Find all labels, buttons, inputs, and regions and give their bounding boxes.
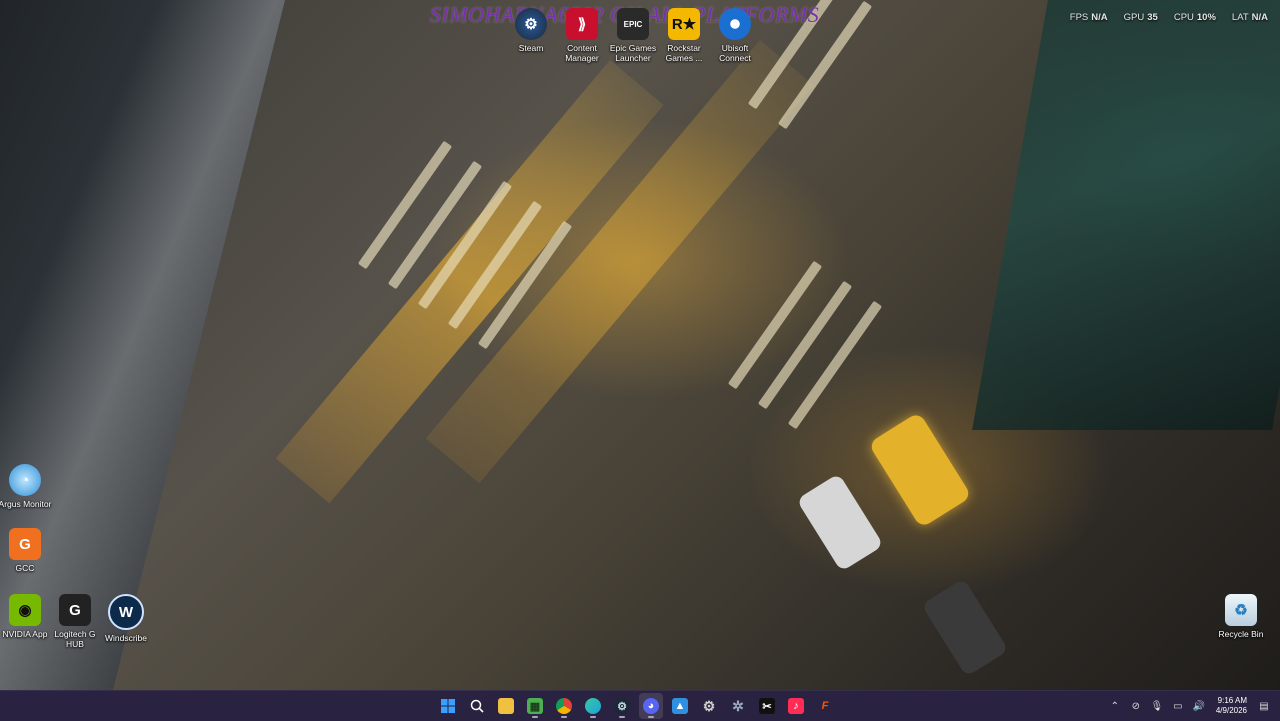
desktop-icon-content-manager[interactable]: ⟫ Content Manager [555, 8, 609, 63]
desktop-icon-gcc[interactable]: G GCC [0, 528, 52, 573]
desktop-icon-label: Content Manager [565, 43, 599, 63]
desktop-icon-steam[interactable]: ⚙ Steam [504, 8, 558, 53]
minecraft-icon: ▦ [527, 698, 543, 714]
faceit-icon: F [821, 700, 829, 712]
taskbar-tiktok[interactable]: ♪ [784, 693, 808, 719]
wallpaper-crosswalk-stripe [727, 260, 823, 390]
folder-icon [498, 698, 514, 714]
steam-icon: ⚙ [515, 8, 547, 40]
performance-overlay: FPS N/A GPU 35 CPU 10% LAT N/A [1070, 12, 1268, 23]
volume-icon[interactable]: 🔊 [1191, 698, 1207, 714]
start-button[interactable] [436, 693, 460, 719]
taskbar-discord[interactable]: ◕ [639, 693, 663, 719]
wallpaper-car [921, 578, 1009, 677]
taskbar-settings[interactable]: ⚙ [697, 693, 721, 719]
desktop-icon-label: Recycle Bin [1218, 629, 1264, 639]
running-indicator [532, 716, 538, 718]
wallpaper-building-left [0, 0, 290, 690]
clock-time: 9:16 AM [1217, 696, 1247, 705]
running-indicator [561, 716, 567, 718]
desktop-wallpaper: SIMOHARNA6802 ON ALL PLATFORMS [0, 0, 1280, 690]
stat-fps: FPS N/A [1069, 12, 1108, 23]
gcc-icon: G [9, 528, 41, 560]
desktop-icon-label: GCC [15, 563, 35, 573]
stat-cpu: CPU 10% [1173, 12, 1216, 23]
recycle-bin-icon: ♻ [1225, 594, 1257, 626]
tiktok-icon: ♪ [788, 698, 804, 714]
desktop-icon-label: Steam [518, 43, 544, 53]
display-icon[interactable]: ▭ [1170, 698, 1186, 714]
desktop-icon-epic-games[interactable]: EPIC Epic Games Launcher [606, 8, 660, 63]
steam-icon: ⚙ [614, 698, 630, 714]
desktop-icon-argus-monitor[interactable]: ◔ Argus Monitor [0, 464, 52, 509]
desktop-icon-windscribe[interactable]: W Windscribe [99, 594, 153, 643]
taskbar-faceit[interactable]: F [813, 693, 837, 719]
taskbar-settings-alt[interactable]: ✲ [726, 693, 750, 719]
taskbar: ▦ ⚙ ◕ ▲ ⚙ ✲ ✂ ♪ F ⌃ ⊘ 🎙 ▭ 🔊 9:16 AM 4/9/… [0, 690, 1280, 721]
desktop-icon-label: Ubisoft Connect [719, 43, 751, 63]
photos-icon: ▲ [672, 698, 688, 714]
taskbar-apps: ▦ ⚙ ◕ ▲ ⚙ ✲ ✂ ♪ F [436, 691, 837, 721]
wallpaper-building-right [972, 0, 1280, 430]
running-indicator [590, 716, 596, 718]
taskbar-file-explorer[interactable] [494, 693, 518, 719]
system-tray: ⌃ ⊘ 🎙 ▭ 🔊 9:16 AM 4/9/2026 ▤ [1107, 691, 1280, 721]
content-manager-icon: ⟫ [566, 8, 598, 40]
desktop-icon-label: Logitech G HUB [54, 629, 96, 649]
notification-icon[interactable]: ▤ [1256, 698, 1272, 714]
ubisoft-icon [719, 8, 751, 40]
taskbar-chrome[interactable] [552, 693, 576, 719]
wallpaper-crosswalk-stripe [357, 140, 453, 270]
epic-games-icon: EPIC [617, 8, 649, 40]
search-icon [469, 698, 485, 714]
capcut-icon: ✂ [759, 698, 775, 714]
taskbar-capcut[interactable]: ✂ [755, 693, 779, 719]
wallpaper-taxi [868, 411, 972, 529]
network-disabled-icon[interactable]: ⊘ [1128, 698, 1144, 714]
windscribe-icon: W [108, 594, 144, 630]
gear-icon: ⚙ [702, 697, 716, 714]
stat-lat: LAT N/A [1231, 12, 1268, 23]
stat-gpu: GPU 35 [1123, 12, 1158, 23]
desktop-icon-label: Rockstar Games ... [665, 43, 703, 63]
clock-date: 4/9/2026 [1215, 706, 1247, 715]
wallpaper-crosswalk-stripe [757, 280, 853, 410]
desktop-icon-label: Argus Monitor [0, 499, 52, 509]
desktop-icon-recycle-bin[interactable]: ♻ Recycle Bin [1214, 594, 1268, 639]
edge-icon [585, 698, 601, 714]
desktop-icon-nvidia[interactable]: ◉ NVIDIA App [0, 594, 52, 639]
rockstar-icon: R★ [668, 8, 700, 40]
cog-icon: ✲ [732, 697, 744, 714]
desktop-icon-label: Windscribe [104, 633, 148, 643]
running-indicator [648, 716, 654, 718]
chevron-up-icon[interactable]: ⌃ [1107, 698, 1123, 714]
taskbar-search-button[interactable] [465, 693, 489, 719]
windows-icon [440, 698, 456, 714]
desktop-icon-rockstar[interactable]: R★ Rockstar Games ... [657, 8, 711, 63]
desktop-icon-logitech-g-hub[interactable]: G Logitech G HUB [48, 594, 102, 649]
taskbar-steam[interactable]: ⚙ [610, 693, 634, 719]
discord-icon: ◕ [643, 698, 659, 714]
desktop-icon-label: Epic Games Launcher [609, 43, 657, 63]
taskbar-photos[interactable]: ▲ [668, 693, 692, 719]
taskbar-minecraft[interactable]: ▦ [523, 693, 547, 719]
wallpaper-crosswalk-stripe [787, 300, 883, 430]
taskbar-clock[interactable]: 9:16 AM 4/9/2026 [1216, 696, 1247, 716]
running-indicator [619, 716, 625, 718]
wallpaper-car [796, 473, 884, 572]
nvidia-icon: ◉ [9, 594, 41, 626]
taskbar-edge[interactable] [581, 693, 605, 719]
logitech-g-icon: G [59, 594, 91, 626]
chrome-icon [556, 698, 572, 714]
argus-monitor-icon: ◔ [9, 464, 41, 496]
desktop-icon-ubisoft[interactable]: Ubisoft Connect [708, 8, 762, 63]
microphone-icon[interactable]: 🎙 [1149, 698, 1165, 714]
desktop-icon-label: NVIDIA App [2, 629, 48, 639]
